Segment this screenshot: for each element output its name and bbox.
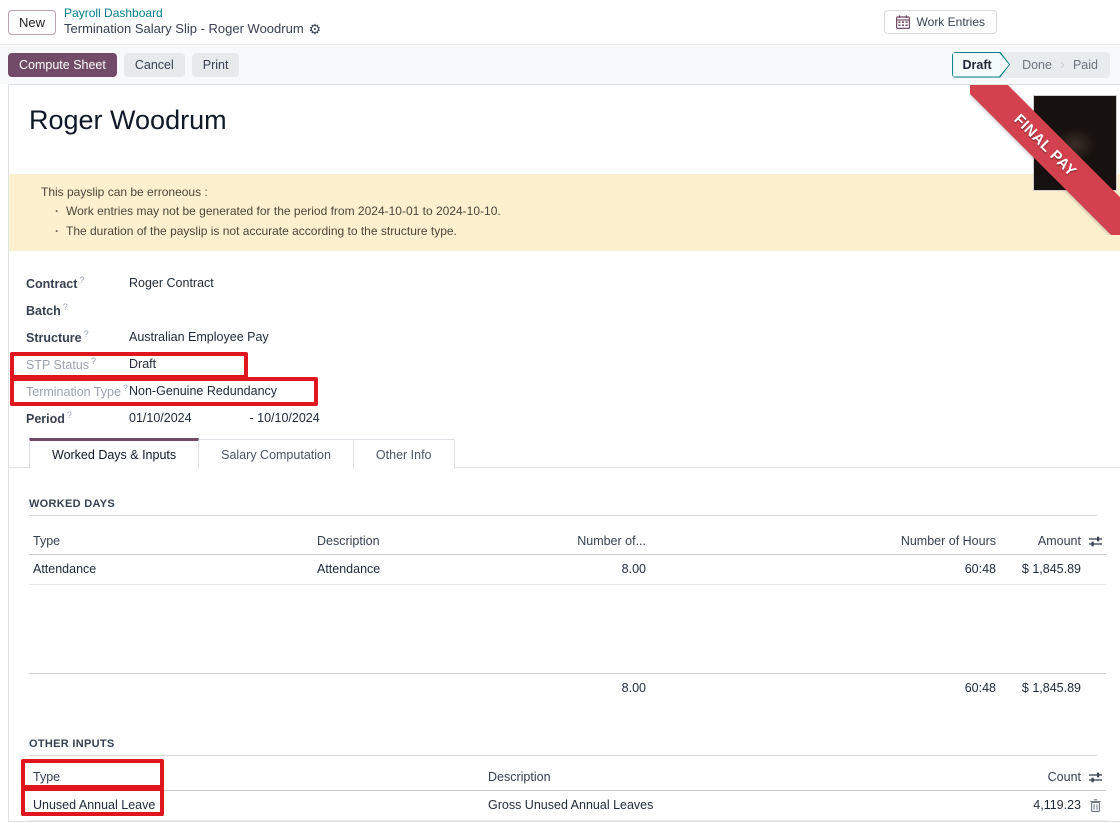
field-structure: Structure? Australian Employee Pay xyxy=(26,323,1120,350)
field-label: Period xyxy=(26,412,65,426)
trash-icon xyxy=(1090,799,1101,812)
help-icon[interactable]: ? xyxy=(91,356,96,366)
warning-intro: This payslip can be erroneous : xyxy=(41,184,1104,201)
cell-type[interactable]: Attendance xyxy=(29,554,313,584)
col-amount[interactable]: Amount xyxy=(999,527,1084,554)
field-contract: Contract? Roger Contract xyxy=(26,269,1120,296)
cell-type[interactable]: Unused Annual Leave xyxy=(29,790,484,820)
sliders-icon xyxy=(1089,536,1102,547)
worked-days-section-title: WORKED DAYS xyxy=(29,498,1097,516)
status-pipeline: Draft Done › Paid xyxy=(952,52,1110,78)
field-period: Period? 01/10/2024 - 10/10/2024 xyxy=(26,404,1120,431)
totals-row: 8.00 60:48 $ 1,845.89 xyxy=(29,673,1106,701)
period-date-from[interactable]: 01/10/2024 xyxy=(129,411,246,425)
gear-icon[interactable]: ⚙ xyxy=(309,21,322,39)
total-hours: 60:48 xyxy=(649,673,999,701)
status-done[interactable]: Done xyxy=(1010,52,1064,78)
employee-avatar xyxy=(1033,95,1117,191)
cell-description[interactable]: Attendance xyxy=(313,554,549,584)
print-button[interactable]: Print xyxy=(192,53,240,77)
field-value[interactable]: Roger Contract xyxy=(129,276,214,290)
worked-days-header-row: Type Description Number of... Number of … xyxy=(29,527,1106,554)
cell-hours[interactable]: 60:48 xyxy=(649,554,999,584)
field-label: STP Status xyxy=(26,358,89,372)
notebook-tabs: Worked Days & Inputs Salary Computation … xyxy=(9,438,1120,468)
field-label: Batch xyxy=(26,304,61,318)
period-date-to[interactable]: - 10/10/2024 xyxy=(249,411,319,425)
work-entries-label: Work Entries xyxy=(917,15,985,29)
calendar-icon xyxy=(896,15,910,29)
tab-other-info[interactable]: Other Info xyxy=(354,439,455,469)
field-batch: Batch? xyxy=(26,296,1120,323)
warning-item-text: The duration of the payslip is not accur… xyxy=(66,223,457,240)
status-draft-label: Draft xyxy=(952,52,1010,78)
other-inputs-header-row: Type Description Count xyxy=(29,763,1106,790)
field-termination-type: Termination Type? Non-Genuine Redundancy xyxy=(26,377,1120,404)
col-type[interactable]: Type xyxy=(29,527,313,554)
help-icon[interactable]: ? xyxy=(84,329,89,339)
cell-description[interactable]: Gross Unused Annual Leaves xyxy=(484,790,874,820)
warning-item-text: Work entries may not be generated for th… xyxy=(66,203,501,220)
status-draft[interactable]: Draft xyxy=(952,52,1010,78)
warning-item: · The duration of the payslip is not acc… xyxy=(41,223,1104,240)
tab-worked-days-inputs[interactable]: Worked Days & Inputs xyxy=(29,438,199,469)
field-value[interactable]: Australian Employee Pay xyxy=(129,330,269,344)
breadcrumb-current: Termination Salary Slip - Roger Woodrum xyxy=(64,21,304,37)
other-inputs-table: Type Description Count Unused Annual Lea… xyxy=(29,763,1106,822)
col-description[interactable]: Description xyxy=(313,527,549,554)
field-group: Contract? Roger Contract Batch? Structur… xyxy=(9,269,1120,431)
top-bar: New Payroll Dashboard Termination Salary… xyxy=(0,0,1120,44)
worked-days-totals: 8.00 60:48 $ 1,845.89 xyxy=(29,673,1106,702)
page-title[interactable]: Roger Woodrum xyxy=(9,85,1120,138)
bullet-icon: · xyxy=(55,223,59,240)
payslip-sheet: FINAL PAY Roger Woodrum This payslip can… xyxy=(8,84,1120,822)
col-number-of[interactable]: Number of... xyxy=(549,527,649,554)
field-value: Draft xyxy=(129,357,156,371)
work-entries-button[interactable]: Work Entries xyxy=(884,10,997,34)
field-label: Contract xyxy=(26,277,77,291)
delete-row-button[interactable] xyxy=(1084,790,1106,820)
total-amount: $ 1,845.89 xyxy=(999,673,1084,701)
field-stp-status: STP Status? Draft xyxy=(26,350,1120,377)
action-bar: Compute Sheet Cancel Print Draft Done › … xyxy=(0,44,1120,84)
col-type[interactable]: Type xyxy=(29,763,484,790)
col-number-of-hours[interactable]: Number of Hours xyxy=(649,527,999,554)
help-icon[interactable]: ? xyxy=(79,275,84,285)
warning-item: · Work entries may not be generated for … xyxy=(41,203,1104,220)
table-row[interactable]: Unused Annual Leave Gross Unused Annual … xyxy=(29,790,1106,820)
cell-count[interactable]: 4,119.23 xyxy=(874,790,1084,820)
breadcrumb-parent-link[interactable]: Payroll Dashboard xyxy=(64,6,321,21)
tab-salary-computation[interactable]: Salary Computation xyxy=(199,439,354,469)
warning-alert: This payslip can be erroneous : · Work e… xyxy=(9,174,1120,251)
field-value: Non-Genuine Redundancy xyxy=(129,384,277,398)
optional-columns-button[interactable] xyxy=(1084,763,1106,790)
cancel-button[interactable]: Cancel xyxy=(124,53,185,77)
breadcrumb: Payroll Dashboard Termination Salary Sli… xyxy=(64,6,321,39)
bullet-icon: · xyxy=(55,203,59,220)
other-inputs-section-title: OTHER INPUTS xyxy=(29,738,1097,756)
compute-sheet-button[interactable]: Compute Sheet xyxy=(8,53,117,77)
col-count[interactable]: Count xyxy=(874,763,1084,790)
table-row[interactable]: Attendance Attendance 8.00 60:48 $ 1,845… xyxy=(29,554,1106,584)
empty-rows-area xyxy=(9,585,1120,673)
cell-amount[interactable]: $ 1,845.89 xyxy=(999,554,1084,584)
help-icon[interactable]: ? xyxy=(63,302,68,312)
status-paid[interactable]: Paid xyxy=(1061,52,1110,78)
worked-days-table: Type Description Number of... Number of … xyxy=(29,527,1106,585)
col-description[interactable]: Description xyxy=(484,763,874,790)
field-label: Structure xyxy=(26,331,82,345)
optional-columns-button[interactable] xyxy=(1084,527,1106,554)
new-button[interactable]: New xyxy=(8,10,56,35)
help-icon[interactable]: ? xyxy=(123,383,128,393)
field-label: Termination Type xyxy=(26,385,121,399)
sliders-icon xyxy=(1089,772,1102,783)
help-icon[interactable]: ? xyxy=(67,410,72,420)
cell-number[interactable]: 8.00 xyxy=(549,554,649,584)
total-number: 8.00 xyxy=(549,673,649,701)
